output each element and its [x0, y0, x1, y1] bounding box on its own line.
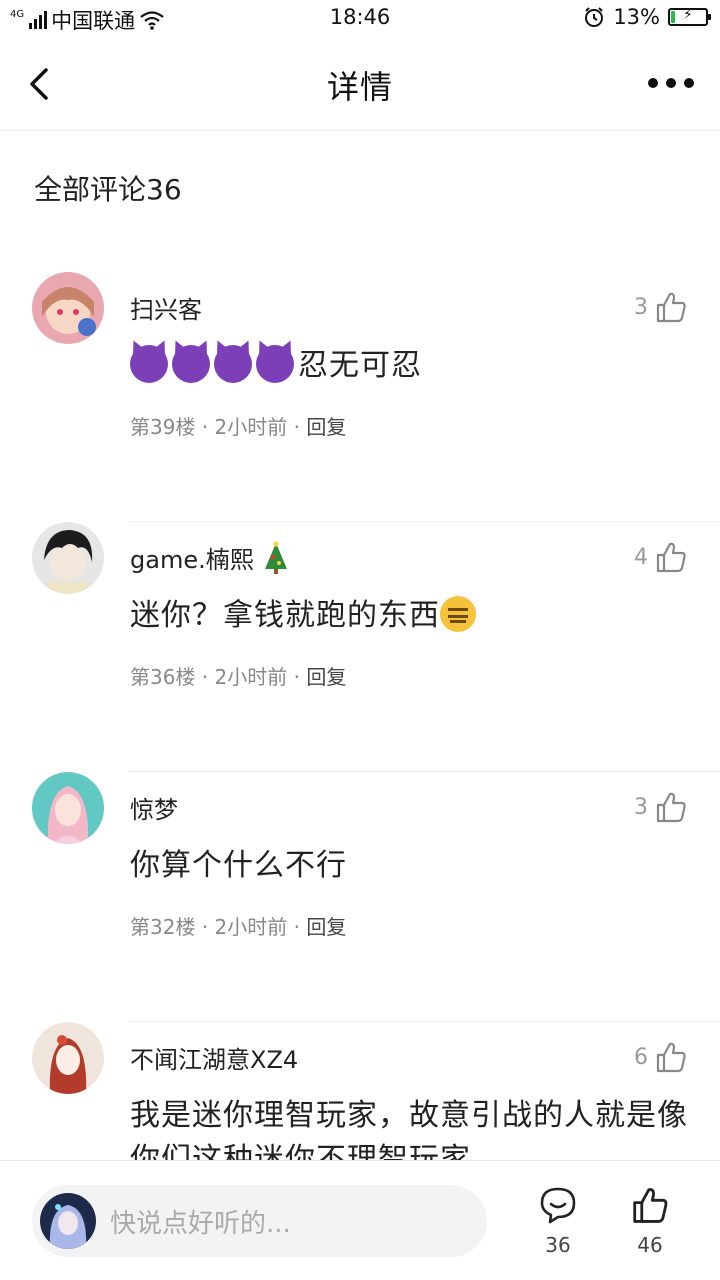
battery-level	[671, 11, 676, 23]
comment-content: 你算个什么不行	[130, 844, 690, 888]
expressionless-face-icon	[440, 595, 476, 632]
avatar[interactable]	[32, 772, 104, 844]
comment-item: 扫兴客 3 忍无可忍 第39楼 · 2小时前 · 回复	[0, 272, 720, 522]
username-text: game.楠熙	[130, 546, 254, 574]
comment-text: 忍无可忍	[298, 348, 422, 383]
battery-percent: 13%	[613, 5, 660, 29]
comment-item: game.楠熙 4 迷你？拿钱就跑的东西 第36楼 · 2小时前 · 回复	[0, 522, 720, 772]
avatar[interactable]	[32, 272, 104, 344]
thumbs-up-icon	[656, 792, 686, 823]
like-count: 4	[634, 544, 648, 570]
christmas-tree-icon	[265, 541, 288, 574]
comment-time: 2小时前	[214, 415, 288, 439]
like-post-button[interactable]: 46	[620, 1185, 680, 1257]
all-comments-title: 全部评论36	[34, 173, 182, 206]
status-right: 13% ⚡	[583, 5, 711, 29]
like-button[interactable]: 4	[634, 540, 688, 574]
comment-input[interactable]: 快说点好听的...	[32, 1185, 487, 1257]
like-count-total: 46	[637, 1233, 663, 1257]
like-count: 6	[634, 1044, 648, 1070]
comment-text: 迷你？拿钱就跑的东西	[130, 598, 440, 633]
comment-content: 迷你？拿钱就跑的东西	[130, 594, 690, 638]
comment-text: 你算个什么不行	[130, 848, 347, 883]
comment-count: 36	[545, 1233, 571, 1257]
smiling-imp-icon	[256, 344, 294, 383]
smiling-imp-icon	[172, 344, 210, 383]
comment-input-placeholder: 快说点好听的...	[110, 1209, 291, 1239]
thumbs-up-icon	[633, 1188, 668, 1223]
reply-link[interactable]: 回复	[306, 415, 346, 439]
comment-username[interactable]: game.楠熙	[130, 540, 291, 578]
bottom-bar: 快说点好听的... 36 46	[0, 1160, 720, 1280]
page-title: 详情	[326, 68, 393, 106]
floor-number: 第39楼	[130, 415, 196, 439]
comment-time: 2小时前	[214, 665, 288, 689]
thumbs-up-icon	[656, 542, 686, 573]
comment-username[interactable]: 惊梦	[130, 790, 178, 825]
smiling-imp-icon	[130, 344, 168, 383]
comment-username[interactable]: 扫兴客	[130, 290, 202, 325]
alarm-clock-icon	[585, 7, 604, 27]
like-button[interactable]: 3	[634, 790, 688, 824]
comment-meta: 第39楼 · 2小时前 · 回复	[130, 415, 347, 439]
nav-bar: 详情	[0, 36, 720, 131]
status-bar: 4G 中国联通 18:46 13% ⚡	[0, 0, 720, 36]
reply-link[interactable]: 回复	[306, 915, 346, 939]
comment-content: 我是迷你理智玩家，故意引战的人就是像你们这种迷你不理智玩家	[130, 1094, 690, 1160]
more-icon[interactable]	[648, 78, 694, 88]
avatar[interactable]	[32, 1022, 104, 1094]
comment-username[interactable]: 不闻江湖意XZ4	[130, 1040, 298, 1075]
comment-item: 惊梦 3 你算个什么不行 第32楼 · 2小时前 · 回复	[0, 772, 720, 1022]
avatar[interactable]	[32, 522, 104, 594]
like-count: 3	[634, 794, 648, 820]
floor-number: 第32楼	[130, 915, 196, 939]
comment-bubble-icon	[540, 1187, 576, 1224]
smiling-imp-icon	[214, 344, 252, 383]
user-avatar	[40, 1193, 96, 1249]
comment-item: 不闻江湖意XZ4 6 我是迷你理智玩家，故意引战的人就是像你们这种迷你不理智玩家	[0, 1022, 720, 1160]
like-button[interactable]: 3	[634, 290, 688, 324]
floor-number: 第36楼	[130, 665, 196, 689]
comment-content: 忍无可忍	[130, 344, 690, 388]
comments-button[interactable]: 36	[528, 1185, 588, 1257]
comment-meta: 第36楼 · 2小时前 · 回复	[130, 665, 347, 689]
like-count: 3	[634, 294, 648, 320]
like-button[interactable]: 6	[634, 1040, 688, 1074]
comment-meta: 第32楼 · 2小时前 · 回复	[130, 915, 347, 939]
reply-link[interactable]: 回复	[306, 665, 346, 689]
thumbs-up-icon	[656, 1042, 686, 1073]
comment-text: 我是迷你理智玩家，故意引战的人就是像你们这种迷你不理智玩家	[130, 1098, 688, 1160]
battery-icon: ⚡	[668, 7, 711, 26]
comment-time: 2小时前	[214, 915, 288, 939]
thumbs-up-icon	[656, 292, 686, 323]
